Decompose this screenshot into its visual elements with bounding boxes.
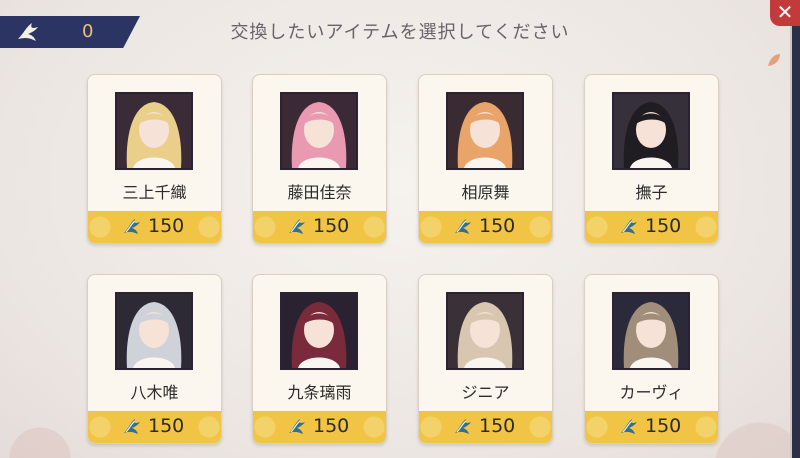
bird-icon — [289, 219, 305, 234]
bird-icon — [455, 219, 471, 234]
item-card[interactable]: 藤田佳奈 150 — [252, 74, 387, 244]
character-portrait — [446, 292, 524, 370]
item-card[interactable]: 八木唯 150 — [87, 274, 222, 444]
price-value: 150 — [645, 415, 682, 437]
price-tag: 150 — [585, 211, 718, 243]
character-portrait — [280, 92, 358, 170]
bird-icon — [621, 219, 637, 234]
character-name: 九条璃雨 — [287, 383, 352, 402]
leaf-icon — [768, 54, 780, 66]
price-tag: 150 — [419, 211, 552, 243]
item-card[interactable]: カーヴィ 150 — [584, 274, 719, 444]
price-value: 150 — [313, 415, 350, 437]
bird-icon — [124, 219, 140, 234]
character-name: 八木唯 — [130, 383, 179, 402]
item-card[interactable]: 三上千織 150 — [87, 74, 222, 244]
price-value: 150 — [313, 215, 350, 237]
character-name: ジニア — [461, 383, 510, 402]
bird-icon — [455, 419, 471, 434]
price-value: 150 — [645, 215, 682, 237]
bird-icon — [124, 419, 140, 434]
character-name: 藤田佳奈 — [287, 183, 352, 202]
price-value: 150 — [479, 415, 516, 437]
price-tag: 150 — [88, 211, 221, 243]
bird-icon — [621, 419, 637, 434]
character-name: 撫子 — [635, 183, 668, 202]
price-tag: 150 — [253, 211, 386, 243]
character-name: 三上千織 — [122, 183, 187, 202]
character-portrait — [280, 292, 358, 370]
price-value: 150 — [148, 215, 185, 237]
item-card[interactable]: 相原舞 150 — [418, 74, 553, 244]
page-title: 交換したいアイテムを選択してください — [230, 22, 570, 43]
price-tag: 150 — [253, 411, 386, 443]
close-icon: ✕ — [776, 0, 794, 24]
character-name: 相原舞 — [461, 183, 510, 202]
item-card[interactable]: ジニア 150 — [418, 274, 553, 444]
character-portrait — [612, 92, 690, 170]
bird-icon — [289, 419, 305, 434]
item-card[interactable]: 九条璃雨 150 — [252, 274, 387, 444]
close-button[interactable]: ✕ — [770, 0, 800, 26]
item-card[interactable]: 撫子 150 — [584, 74, 719, 244]
character-portrait — [446, 92, 524, 170]
price-value: 150 — [479, 215, 516, 237]
price-tag: 150 — [419, 411, 552, 443]
price-value: 150 — [148, 415, 185, 437]
character-portrait — [115, 92, 193, 170]
character-name: カーヴィ — [619, 383, 684, 402]
price-tag: 150 — [88, 411, 221, 443]
price-tag: 150 — [585, 411, 718, 443]
character-portrait — [612, 292, 690, 370]
character-portrait — [115, 292, 193, 370]
